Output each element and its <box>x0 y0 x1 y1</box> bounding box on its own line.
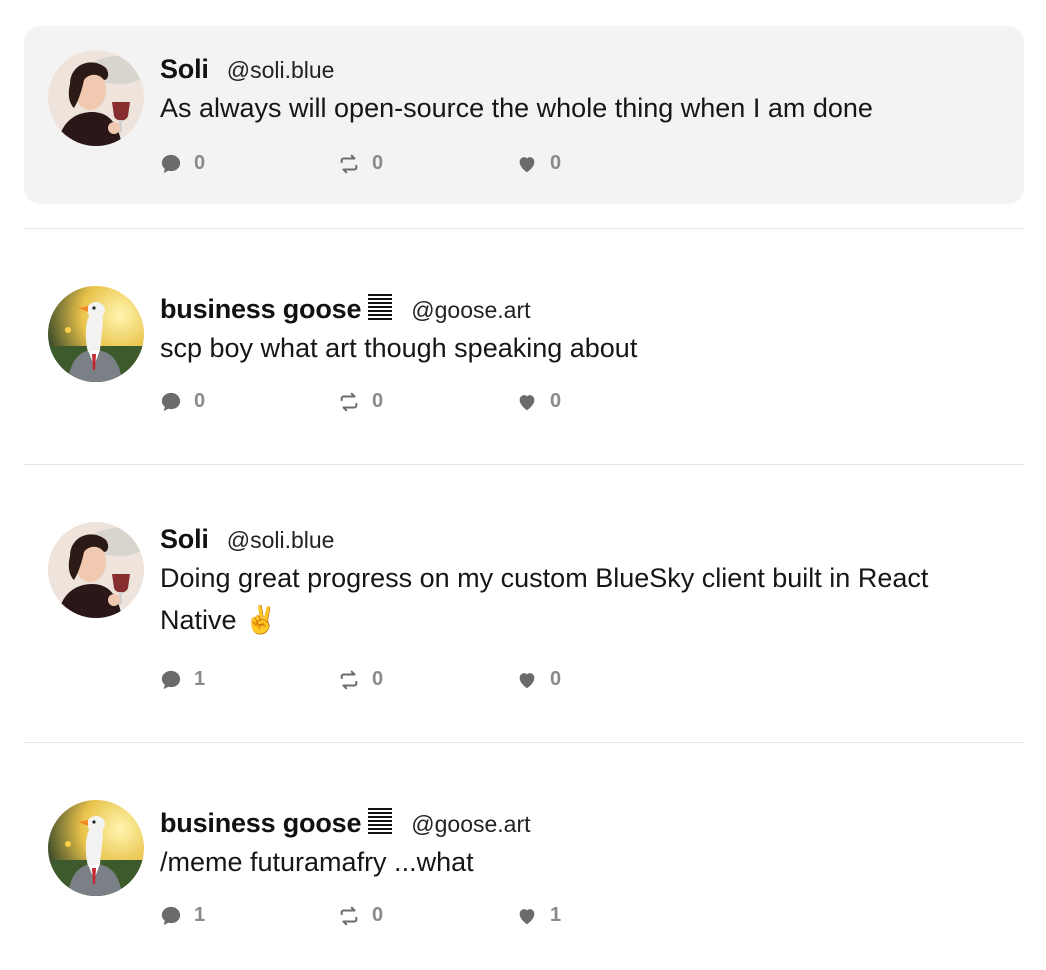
display-name[interactable]: business goose <box>160 294 361 325</box>
user-handle[interactable]: @goose.art <box>411 811 530 838</box>
reply-bubble-icon <box>161 906 181 925</box>
repost-icon <box>340 906 358 925</box>
like-button[interactable]: 0 <box>516 668 694 691</box>
like-count: 1 <box>550 904 562 926</box>
like-count: 0 <box>550 668 562 690</box>
reply-bubble-icon <box>161 392 181 411</box>
repost-button[interactable]: 0 <box>338 152 516 175</box>
display-name[interactable]: Soli <box>160 54 209 85</box>
repost-count: 0 <box>372 390 384 412</box>
like-button[interactable]: 1 <box>516 904 694 927</box>
user-handle[interactable]: @goose.art <box>411 297 530 324</box>
woman-with-wine-avatar-icon <box>48 522 144 618</box>
avatar[interactable] <box>48 50 144 146</box>
divider <box>24 228 1024 229</box>
post-card[interactable]: business goose @goose.art /meme futurama… <box>24 776 1024 956</box>
display-name[interactable]: business goose <box>160 808 361 839</box>
goose-in-suit-avatar-icon <box>48 286 144 382</box>
repost-icon <box>340 154 358 173</box>
reply-button[interactable]: 1 <box>160 668 338 691</box>
divider <box>24 742 1024 743</box>
post-text: scp boy what art though speaking about <box>160 333 638 363</box>
post-text: As always will open-source the whole thi… <box>160 93 873 123</box>
heart-icon <box>519 156 535 172</box>
avatar[interactable] <box>48 522 144 618</box>
repost-icon <box>340 670 358 689</box>
user-handle[interactable]: @soli.blue <box>227 57 335 84</box>
post-card[interactable]: Soli @soli.blue Doing great progress on … <box>24 498 1024 728</box>
repost-button[interactable]: 0 <box>338 390 516 413</box>
repost-count: 0 <box>372 904 384 926</box>
text-lines-badge-icon <box>368 294 393 320</box>
reply-button[interactable]: 1 <box>160 904 338 927</box>
display-name[interactable]: Soli <box>160 524 209 555</box>
repost-button[interactable]: 0 <box>338 904 516 927</box>
like-count: 0 <box>550 152 562 174</box>
reply-count: 1 <box>194 668 206 690</box>
post-card[interactable]: business goose @goose.art scp boy what a… <box>24 262 1024 442</box>
like-button[interactable]: 0 <box>516 390 694 413</box>
repost-button[interactable]: 0 <box>338 668 516 691</box>
reply-count: 1 <box>194 904 206 926</box>
heart-icon <box>519 394 535 410</box>
repost-count: 0 <box>372 152 384 174</box>
heart-icon <box>519 908 535 924</box>
post-text: /meme futuramafry ...what <box>160 847 474 877</box>
reply-count: 0 <box>194 152 206 174</box>
post-card[interactable]: Soli @soli.blue As always will open-sour… <box>24 26 1024 204</box>
text-lines-badge-icon <box>368 808 393 834</box>
repost-count: 0 <box>372 668 384 690</box>
divider <box>24 464 1024 465</box>
reply-button[interactable]: 0 <box>160 152 338 175</box>
like-count: 0 <box>550 390 562 412</box>
avatar[interactable] <box>48 800 144 896</box>
heart-icon <box>519 672 535 688</box>
like-button[interactable]: 0 <box>516 152 694 175</box>
reply-button[interactable]: 0 <box>160 390 338 413</box>
repost-icon <box>340 392 358 411</box>
reply-bubble-icon <box>161 154 181 173</box>
reply-bubble-icon <box>161 670 181 689</box>
goose-in-suit-avatar-icon <box>48 800 144 896</box>
reply-count: 0 <box>194 390 206 412</box>
post-text: Doing great progress on my custom BlueSk… <box>160 563 929 635</box>
avatar[interactable] <box>48 286 144 382</box>
woman-with-wine-avatar-icon <box>48 50 144 146</box>
user-handle[interactable]: @soli.blue <box>227 527 335 554</box>
